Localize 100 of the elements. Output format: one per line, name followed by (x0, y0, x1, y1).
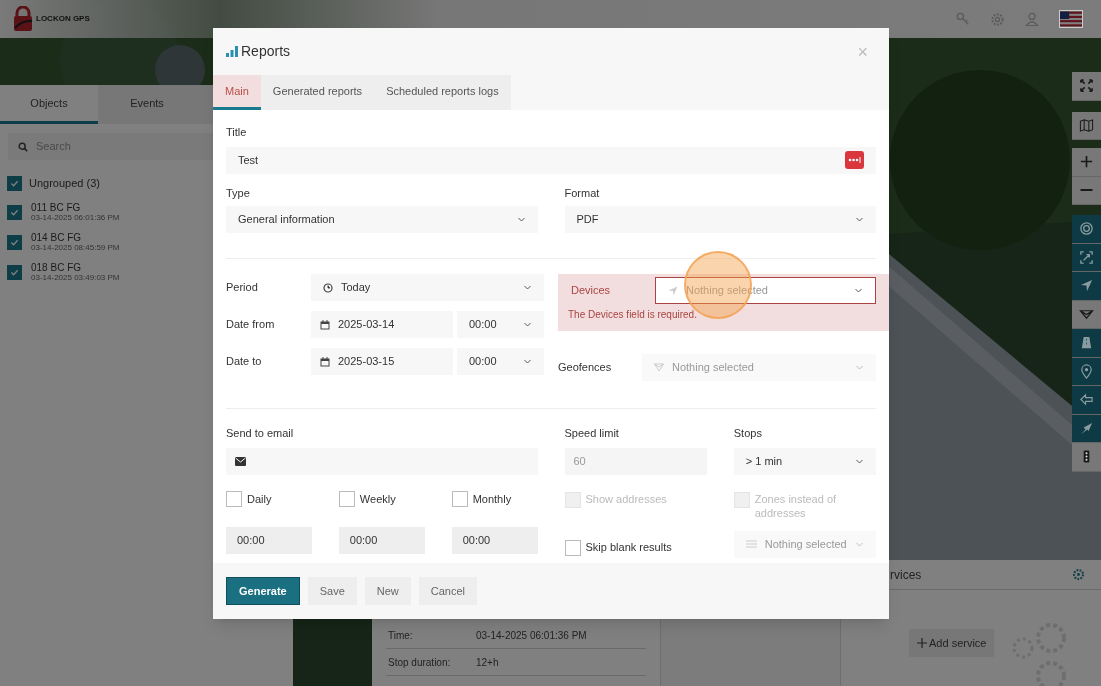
calendar-icon (320, 319, 330, 330)
email-field[interactable] (226, 447, 538, 475)
object-name[interactable]: 011 BC FG (31, 202, 120, 213)
logo-text: LOCKON GPS (36, 13, 90, 25)
chevron-down-icon (855, 215, 864, 224)
time-select[interactable]: 00:00 (457, 311, 544, 338)
info-label: Time: (387, 628, 414, 643)
object-name[interactable]: 018 BC FG (31, 262, 120, 273)
fit-icon (1079, 249, 1094, 265)
map-control-button[interactable] (1072, 329, 1101, 358)
clock-icon (323, 282, 333, 293)
action-button[interactable]: Cancel (418, 577, 478, 605)
settings-icon[interactable] (990, 11, 1005, 27)
map-control-button[interactable] (1072, 111, 1101, 140)
checkbox[interactable] (226, 491, 242, 507)
action-button[interactable]: New (364, 577, 411, 605)
error-message: The Devices field is required. (568, 308, 698, 322)
user-icon[interactable] (1025, 12, 1039, 26)
map-control-button[interactable] (1072, 357, 1101, 386)
field-label: Format (564, 185, 601, 201)
triangle-icon (654, 363, 664, 372)
checkbox-label: Skip blank results (585, 539, 672, 554)
us-flag-icon[interactable] (1059, 10, 1083, 28)
select-field[interactable]: > 1 min (733, 447, 876, 475)
date-field[interactable]: 2025-03-14 (311, 311, 453, 338)
map-pin-icon (1079, 363, 1094, 379)
add-service-button[interactable]: Add service (909, 629, 995, 657)
map-control-button[interactable] (1072, 300, 1101, 329)
map-control-button[interactable] (1072, 215, 1101, 244)
navigation-arrow-icon (668, 285, 678, 296)
search-icon (18, 141, 28, 152)
chevron-down-icon (523, 357, 532, 366)
tab[interactable]: Main (213, 75, 261, 110)
map-control-button[interactable] (1072, 72, 1101, 101)
date-field[interactable]: 2025-03-15 (311, 348, 453, 375)
check-icon (10, 178, 19, 188)
time-field[interactable]: 00:00 (226, 526, 312, 554)
map-control-button[interactable] (1072, 414, 1101, 443)
calendar-icon (320, 356, 330, 367)
bar-chart-icon (226, 46, 238, 57)
checkbox[interactable] (7, 264, 22, 280)
envelope-icon (235, 456, 246, 466)
padlock-logo-icon (12, 6, 34, 32)
panel-title: rvices (890, 566, 922, 584)
text-field[interactable]: Test (226, 146, 876, 174)
check-icon (10, 267, 19, 277)
chevron-down-icon (854, 286, 863, 295)
password-dots-icon (845, 151, 864, 169)
select-field[interactable]: PDF (564, 206, 876, 233)
tab[interactable]: Scheduled reports logs (374, 75, 511, 110)
sidebar-tab[interactable]: Objects (0, 85, 98, 124)
select-field[interactable]: Today (311, 274, 544, 301)
field-label: Date to (226, 354, 263, 370)
field-label: Date from (226, 317, 276, 333)
checkbox-label: Zones instead of addresses (754, 491, 838, 520)
info-label: Stop duration: (387, 655, 452, 670)
field-label: Period (226, 280, 259, 296)
checkbox[interactable] (7, 175, 22, 191)
chevron-down-icon (523, 320, 532, 329)
checkbox[interactable] (564, 539, 581, 556)
chevron-down-icon (523, 283, 532, 292)
checkbox[interactable] (7, 204, 22, 220)
tab[interactable]: Generated reports (260, 75, 375, 110)
road-icon (1079, 335, 1094, 351)
map-control-button[interactable] (1072, 243, 1101, 272)
checkbox[interactable] (7, 234, 22, 250)
time-field[interactable]: 00:00 (451, 526, 538, 554)
time-field[interactable]: 00:00 (338, 526, 425, 554)
map-control-button[interactable] (1072, 272, 1101, 301)
checkbox[interactable] (451, 491, 468, 507)
action-button[interactable]: Generate (226, 577, 300, 605)
window-title: Reports (241, 42, 291, 61)
key-icon[interactable] (956, 12, 970, 26)
checkbox-label: Show addresses (585, 491, 667, 506)
field-label: Devices (571, 283, 612, 299)
target-icon (1079, 221, 1094, 237)
map-control-button[interactable] (1072, 176, 1101, 205)
field-label: Title (226, 125, 248, 140)
select-field[interactable]: General information (226, 206, 538, 233)
checkbox-label: Daily (247, 491, 272, 507)
time-select[interactable]: 00:00 (457, 348, 544, 375)
settings-icon[interactable] (1072, 568, 1085, 581)
field-label: Speed limit (564, 426, 620, 441)
chevron-down-icon (855, 363, 864, 372)
object-time: 03-14-2025 08:45:59 PM (31, 243, 120, 252)
map-control-button[interactable] (1072, 443, 1101, 472)
map-control-button[interactable] (1072, 148, 1101, 177)
checkbox[interactable] (338, 491, 355, 507)
check-icon (10, 207, 19, 217)
object-time: 03-14-2025 03:49:03 PM (31, 273, 120, 282)
info-value: 03-14-2025 06:01:36 PM (476, 628, 587, 643)
object-name[interactable]: 014 BC FG (31, 232, 120, 243)
action-button[interactable]: Save (307, 577, 357, 605)
info-value: 12+h (476, 655, 499, 670)
arrow-left-icon (1079, 392, 1094, 408)
object-time: 03-14-2025 06:01:36 PM (31, 213, 120, 222)
check-icon (10, 237, 19, 247)
map-icon (1079, 117, 1094, 133)
map-control-button[interactable] (1072, 386, 1101, 415)
field-label: Stops (733, 426, 763, 441)
